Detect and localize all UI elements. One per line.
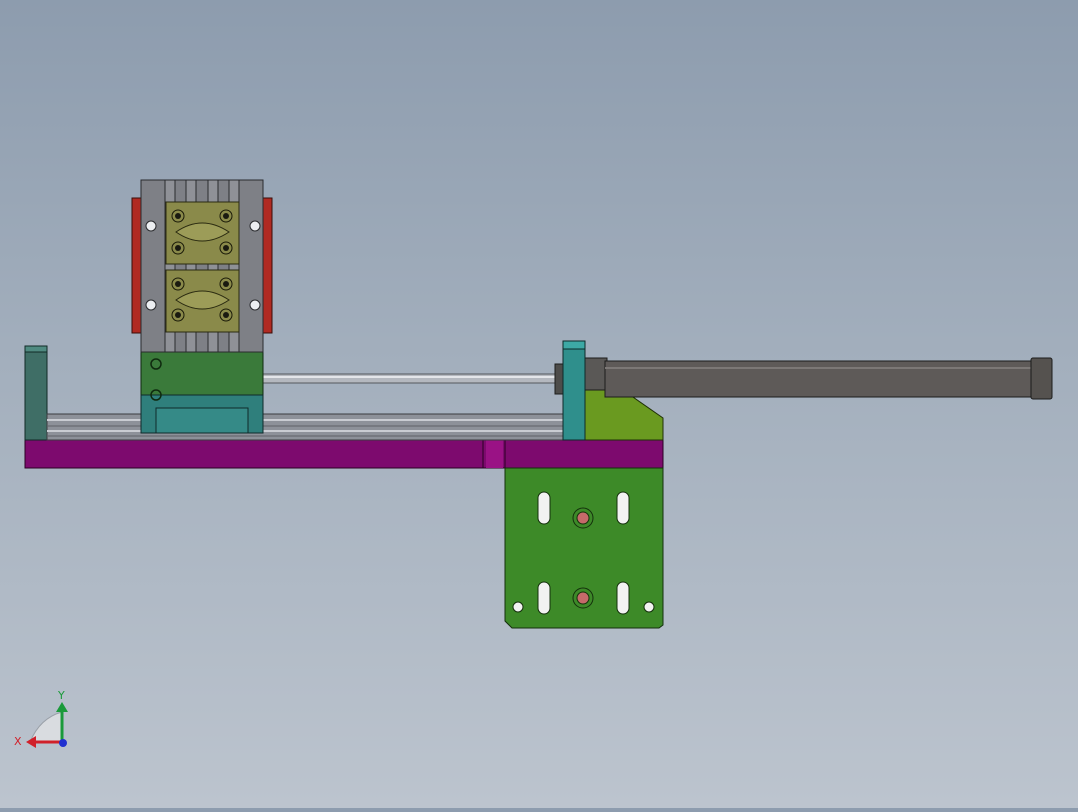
x-axis-label: X: [14, 735, 22, 748]
carriage[interactable]: [140, 351, 264, 434]
right-end-support[interactable]: [562, 340, 586, 441]
air-cylinder[interactable]: [554, 357, 1053, 400]
base-plate[interactable]: [24, 439, 664, 469]
mount-bracket[interactable]: [504, 467, 664, 629]
upper-jaw[interactable]: [165, 201, 240, 265]
guide-rails[interactable]: [46, 413, 566, 441]
piston-rod[interactable]: [261, 373, 559, 384]
model-canvas[interactable]: Y X: [0, 0, 1078, 808]
y-axis-label: Y: [57, 689, 65, 702]
axis-triad: Y X: [14, 689, 68, 748]
left-end-block[interactable]: [24, 345, 48, 441]
gripper-assembly[interactable]: [131, 179, 273, 353]
lower-jaw[interactable]: [165, 269, 240, 333]
z-axis-dot: [59, 739, 67, 747]
cad-viewport[interactable]: Y X: [0, 0, 1078, 808]
